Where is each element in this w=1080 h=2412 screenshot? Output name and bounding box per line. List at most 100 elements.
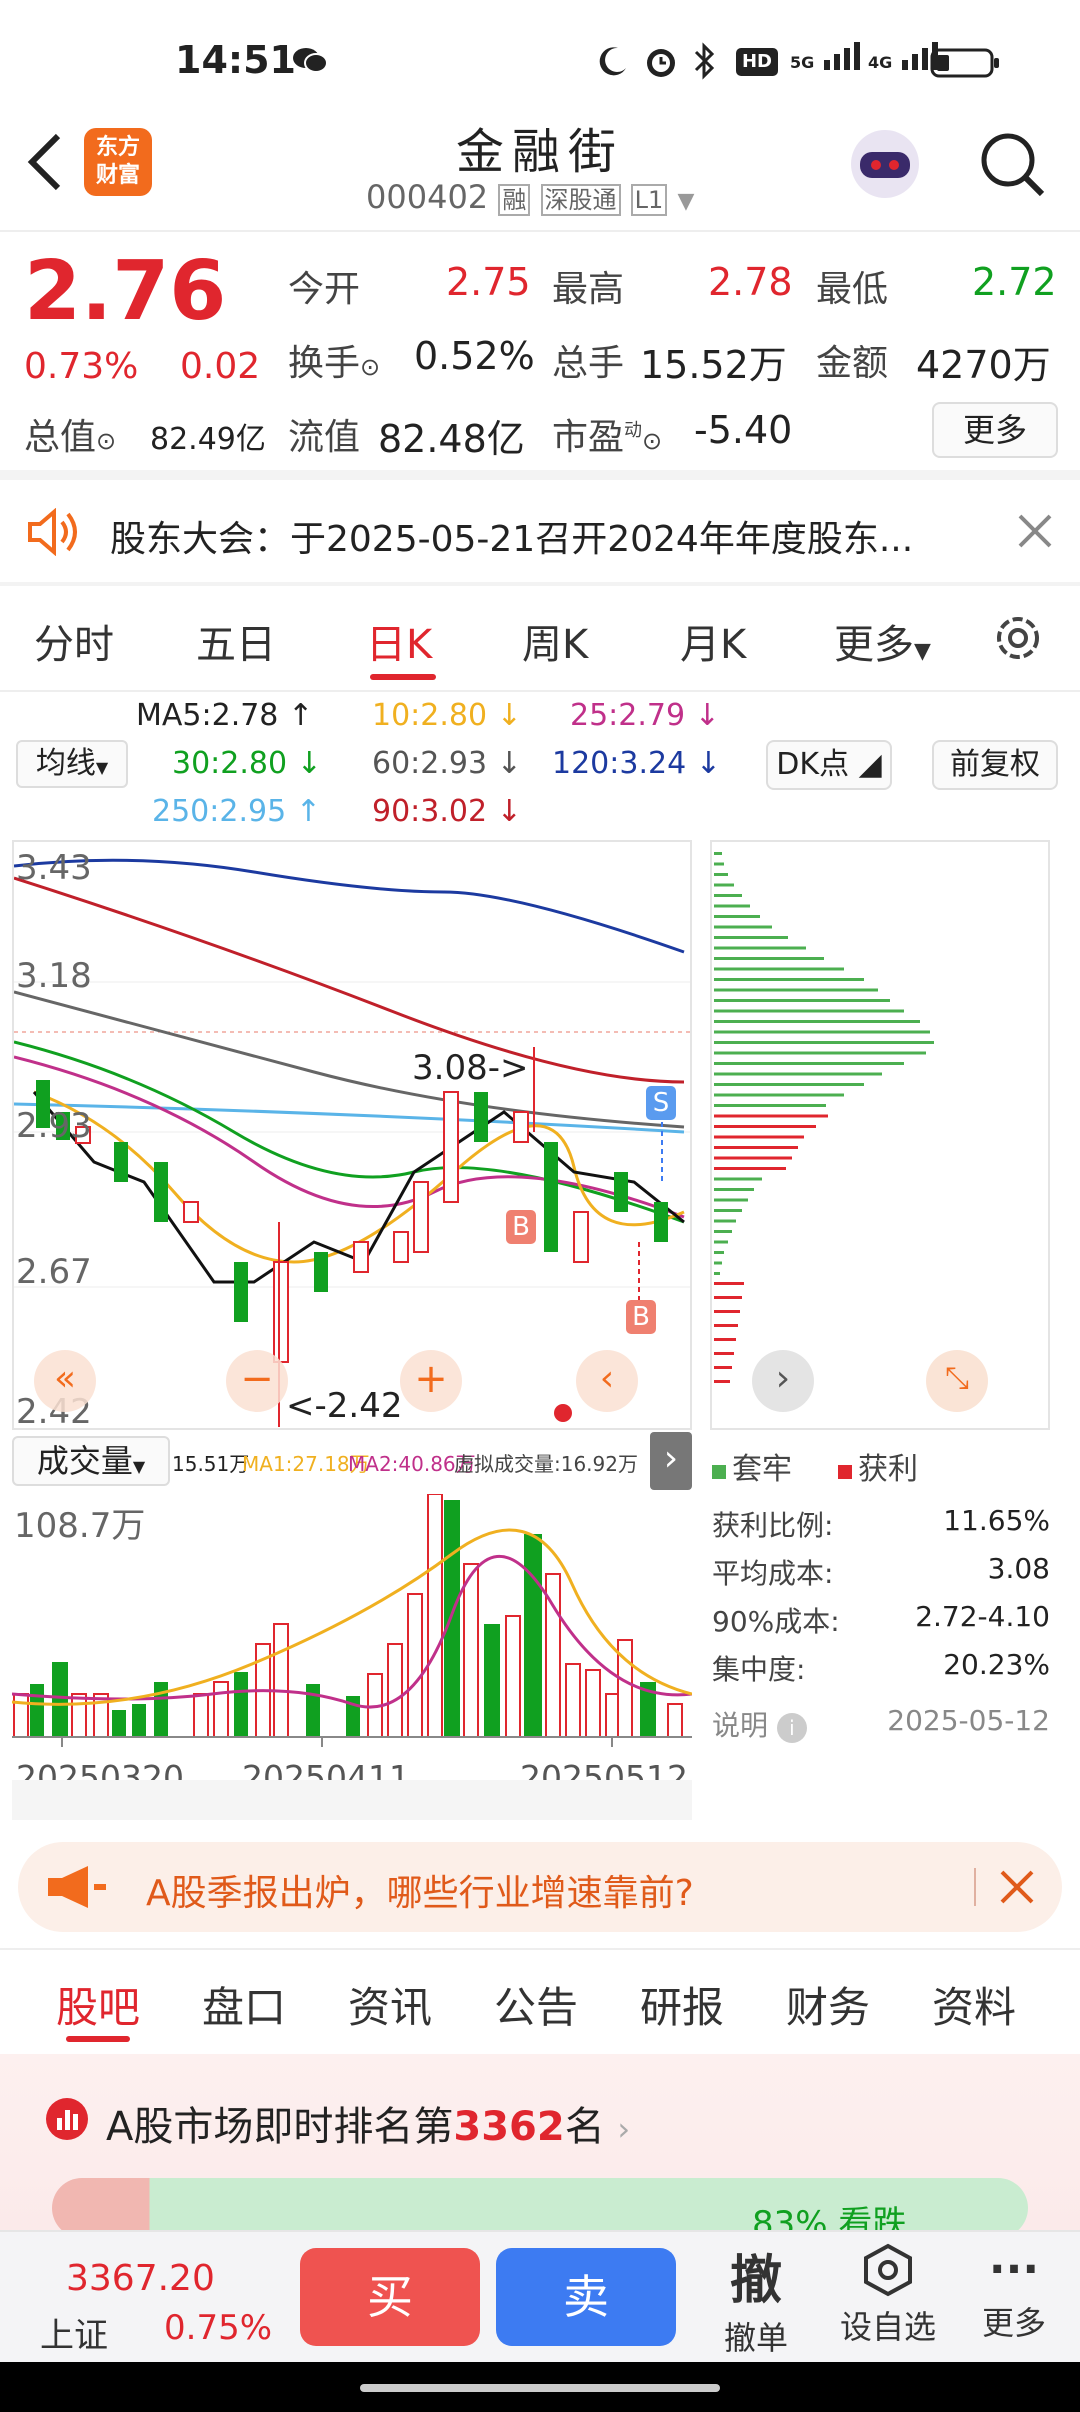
vol-max: 108.7万 [14,1506,146,1546]
step-left-icon[interactable]: ‹ [576,1350,638,1412]
chip-bar [714,1230,732,1233]
subtab-gonggao[interactable]: 公告 [494,1974,578,2035]
chip-bar [714,1338,736,1341]
bluetooth-icon [692,42,716,84]
ma25-label: 25:2.79 ↓ [570,698,720,733]
buy-button[interactable]: 买 [300,2248,480,2346]
chip-fullscreen-icon[interactable]: ⤡ [926,1350,988,1412]
chip-bar [714,1282,744,1285]
chip-note[interactable]: 说明 i [712,1704,807,1744]
y-axis-4: 2.67 [16,1252,92,1292]
y-axis-top: 3.43 [16,848,92,888]
chip-bar [714,1114,828,1118]
dk-point-button[interactable]: DK点 ◢ [766,740,892,790]
tab-more[interactable]: 更多▼ [834,612,931,670]
more-menu-button[interactable]: ··· 更多 [962,2242,1066,2344]
sell-button[interactable]: 卖 [496,2248,676,2346]
chip-bar [714,1310,740,1313]
index-name: 上证 [40,2316,108,2356]
zoom-out-icon[interactable]: − [226,1350,288,1412]
chip-date: 2025-05-12 [887,1704,1050,1737]
settings-gear-icon[interactable] [990,610,1046,670]
tab-active-underline [370,674,436,680]
chip-bar [714,1167,786,1170]
chip-bar [714,957,824,960]
tab-zhouk[interactable]: 周K [522,612,588,670]
low-label: 最低 [816,269,889,310]
tab-yuek[interactable]: 月K [680,612,746,670]
junxian-select[interactable]: 均线▼ [16,740,128,788]
robot-assistant-icon[interactable] [846,124,924,202]
search-icon[interactable] [976,128,1046,202]
tab-wuri[interactable]: 五日 [196,612,276,670]
subtab-ziliao[interactable]: 资料 [932,1974,1016,2035]
current-price: 2.76 [24,244,227,339]
notice-text[interactable]: 股东大会：于2025-05-21召开2024年年度股东... [110,510,913,562]
kline-svg [14,858,690,1427]
chip-legend-trap: 套牢 [712,1444,792,1488]
index-value[interactable]: 3367.20 [66,2258,215,2299]
chip-bar [714,1125,816,1128]
kline-chart[interactable]: 3.43 3.18 2.93 2.67 2.42 3.08-> <-2.42 B… [12,840,692,1430]
dropdown-icon: ▼ [677,189,695,214]
chip-distribution[interactable]: › ⤡ [710,840,1050,1430]
ad-close-icon[interactable] [998,1868,1036,1910]
rank-panel[interactable]: A股市场即时排名第3362名 › 83% 看跌 [0,2054,1080,2238]
chip-bar [714,967,844,971]
chip-stat-90-cost-label: 90%成本: [712,1605,840,1638]
sell-marker[interactable]: S [646,1086,676,1120]
change-pct: 0.73% [24,346,139,387]
vol-expand-icon[interactable]: › [650,1432,692,1490]
tab-rik[interactable]: 日K [366,612,432,670]
ma90-label: 90:3.02 ↓ [372,794,522,829]
chip-stat-avg-cost-label: 平均成本: [712,1557,834,1590]
chip-bar [714,1366,732,1369]
ma250-label: 250:2.95 ↑ [152,794,321,829]
stock-code: 000402 [366,178,489,216]
subtab-pankou[interactable]: 盘口 [202,1974,286,2035]
wechat-icon [292,46,328,74]
subtab-zixun[interactable]: 资讯 [348,1974,432,2035]
cancel-order-button[interactable]: 撤 撤单 [704,2238,808,2359]
stock-code-row[interactable]: 000402 融 深股通 L1 ▼ [366,178,694,216]
high-marker: 3.08-> [412,1048,529,1088]
chip-bar [714,1156,792,1160]
buy-marker[interactable]: B [506,1210,536,1244]
y-axis-3: 2.93 [16,1106,92,1146]
change-value: 0.02 [180,346,261,387]
subtab-underline [66,2036,130,2042]
scroll-left-icon[interactable]: « [34,1350,96,1412]
chip-bar [714,1051,926,1055]
notice-close-icon[interactable] [1016,512,1054,554]
buy-marker-2[interactable]: B [626,1300,656,1334]
ma30-label: 30:2.80 ↓ [172,746,322,781]
status-bar: 14:51 HD 5G 4G [0,0,1080,120]
adjust-price-button[interactable]: 前复权 [932,740,1058,790]
chip-bar [714,1209,742,1212]
system-nav-bar [0,2362,1080,2412]
rank-text: A股市场即时排名第3362名 › [106,2104,631,2150]
hd-icon: HD [736,48,778,76]
volume-select[interactable]: 成交量▼ [12,1436,170,1486]
volume-chart[interactable]: 108.7万 20250320 20250411 20250512 [12,1494,692,1824]
chip-bar [714,1324,738,1327]
zoom-in-icon[interactable]: + [400,1350,462,1412]
chip-bar [714,1146,798,1149]
add-watchlist-button[interactable]: 设自选 [826,2242,950,2348]
ma120-label: 120:3.24 ↓ [552,746,721,781]
subtab-caiwu[interactable]: 财务 [786,1974,870,2035]
tab-fenshi[interactable]: 分时 [34,612,114,670]
info-icon: i [776,1713,807,1743]
ma5-label: MA5:2.78 ↑ [136,698,314,733]
float-cap-value: 82.48亿 [378,417,525,461]
chip-bar [714,1219,736,1223]
subtab-yanbao[interactable]: 研报 [640,1974,724,2035]
megaphone-icon [44,1862,114,1916]
red-dot [554,1404,572,1422]
subtab-guba[interactable]: 股吧 [56,1974,140,2035]
ad-banner[interactable]: A股季报出炉，哪些行业增速靠前? [18,1842,1062,1932]
chip-expand-right-icon[interactable]: › [752,1350,814,1412]
chip-stat-concentration: 20.23% [943,1648,1050,1681]
home-indicator[interactable] [360,2384,720,2392]
more-quote-button[interactable]: 更多 [932,402,1058,458]
